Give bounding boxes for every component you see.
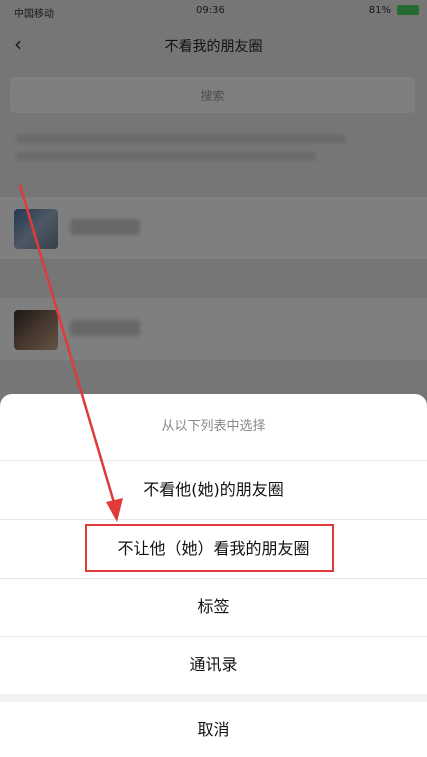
annotation-arrow-icon bbox=[18, 184, 123, 522]
watermark: Baidu 经验 bbox=[356, 733, 413, 746]
